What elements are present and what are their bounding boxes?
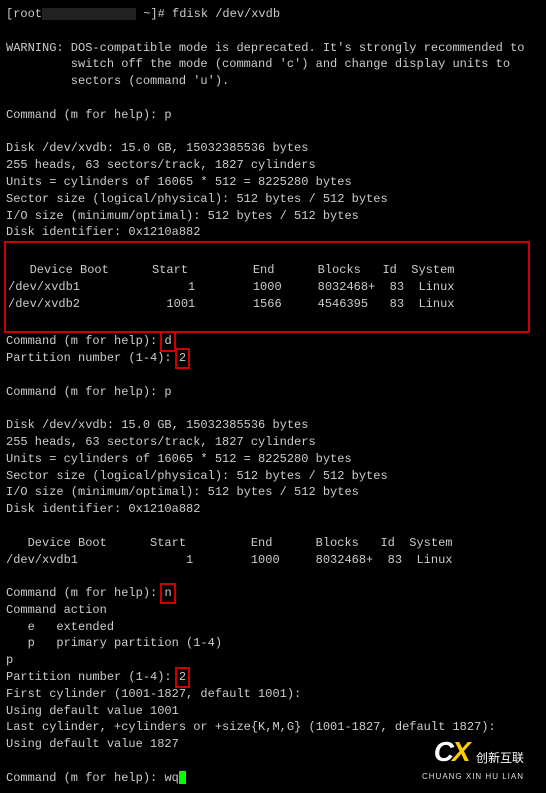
- table-header: Device Boot Start End Blocks Id System: [6, 535, 528, 552]
- prompt-pre: [root: [6, 7, 42, 21]
- disk-info: I/O size (minimum/optimal): 512 bytes / …: [6, 484, 528, 501]
- partition-prompt: Partition number (1-4): 2: [6, 350, 528, 367]
- command-line: Command (m for help): d: [6, 333, 528, 350]
- command-line: Command (m for help): p: [6, 107, 528, 124]
- redacted-host: [42, 8, 102, 20]
- disk-info: Disk identifier: 0x1210a882: [6, 501, 528, 518]
- table-row: /dev/xvdb2 1001 1566 4546395 83 Linux: [8, 296, 526, 313]
- prompt-line: [root ~]# fdisk /dev/xvdb: [6, 6, 528, 23]
- prompt-post: ~]# fdisk /dev/xvdb: [136, 7, 280, 21]
- disk-info: 255 heads, 63 sectors/track, 1827 cylind…: [6, 434, 528, 451]
- disk-info: 255 heads, 63 sectors/track, 1827 cylind…: [6, 157, 528, 174]
- partition-prompt: Partition number (1-4): 2: [6, 669, 528, 686]
- disk-info: Units = cylinders of 16065 * 512 = 82252…: [6, 451, 528, 468]
- cursor-icon: [179, 771, 186, 784]
- input-highlight: 2: [175, 348, 190, 369]
- cylinder-default: Using default value 1001: [6, 703, 528, 720]
- disk-info: Sector size (logical/physical): 512 byte…: [6, 191, 528, 208]
- redacted-host2: [102, 8, 136, 20]
- warning-line: sectors (command 'u').: [6, 73, 528, 90]
- disk-info: Units = cylinders of 16065 * 512 = 82252…: [6, 174, 528, 191]
- watermark-logo: CX 创新互联 CHUANG XIN HU LIAN: [422, 732, 524, 782]
- input-highlight: 2: [175, 667, 190, 688]
- table-row: /dev/xvdb1 1 1000 8032468+ 83 Linux: [8, 279, 526, 296]
- cylinder-prompt: First cylinder (1001-1827, default 1001)…: [6, 686, 528, 703]
- disk-info: Disk identifier: 0x1210a882: [6, 224, 528, 241]
- partition-type: p: [6, 652, 528, 669]
- input-highlight: d: [160, 331, 175, 352]
- terminal[interactable]: [root ~]# fdisk /dev/xvdb WARNING: DOS-c…: [6, 6, 528, 787]
- disk-info: Disk /dev/xvdb: 15.0 GB, 15032385536 byt…: [6, 417, 528, 434]
- warning-line: WARNING: DOS-compatible mode is deprecat…: [6, 40, 528, 57]
- table-header: Device Boot Start End Blocks Id System: [8, 262, 526, 279]
- disk-info: I/O size (minimum/optimal): 512 bytes / …: [6, 208, 528, 225]
- logo-text-cn: 创新互联: [476, 750, 524, 767]
- logo-text-en: CHUANG XIN HU LIAN: [422, 771, 524, 782]
- command-line: Command (m for help): n: [6, 585, 528, 602]
- partition-table-highlight: Device Boot Start End Blocks Id System /…: [4, 241, 530, 333]
- command-line: Command (m for help): p: [6, 384, 528, 401]
- warning-line: switch off the mode (command 'c') and ch…: [6, 56, 528, 73]
- table-row: /dev/xvdb1 1 1000 8032468+ 83 Linux: [6, 552, 528, 569]
- command-action: e extended: [6, 619, 528, 636]
- disk-info: Disk /dev/xvdb: 15.0 GB, 15032385536 byt…: [6, 140, 528, 157]
- command-action: Command action: [6, 602, 528, 619]
- disk-info: Sector size (logical/physical): 512 byte…: [6, 468, 528, 485]
- input-highlight: n: [160, 583, 175, 604]
- command-action: p primary partition (1-4): [6, 635, 528, 652]
